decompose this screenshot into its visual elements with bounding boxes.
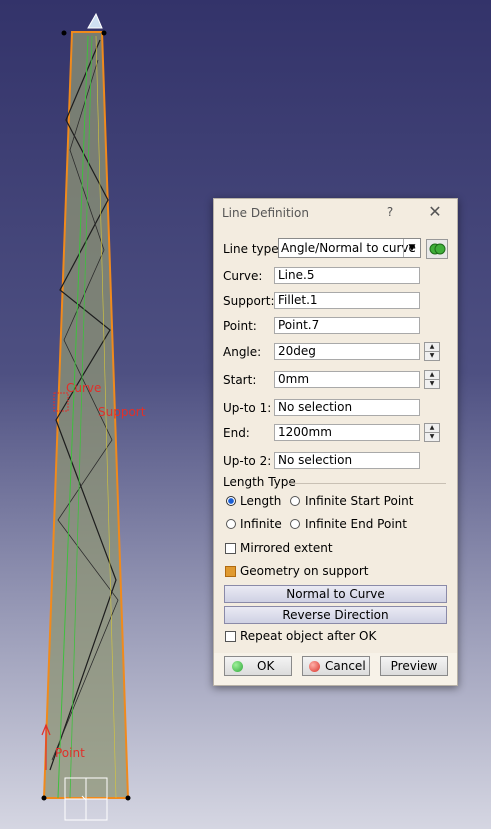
dialog-title: Line Definition xyxy=(222,206,309,220)
ok-label: OK xyxy=(257,659,275,673)
help-button[interactable]: ? xyxy=(384,203,396,221)
start-field[interactable]: 0mm xyxy=(274,371,420,388)
end-increment[interactable]: ▲ xyxy=(425,424,439,433)
cancel-label: Cancel xyxy=(325,659,366,673)
dialog-titlebar[interactable]: Line Definition ? ✕ xyxy=(214,199,457,227)
infinite-start-point-radio[interactable] xyxy=(290,496,300,506)
line-definition-dialog: Line Definition ? ✕ Line type : Angle/No… xyxy=(213,198,458,686)
end-label: End: xyxy=(223,426,250,440)
start-increment[interactable]: ▲ xyxy=(425,371,439,380)
line-type-dropdown[interactable]: Angle/Normal to curve ▼ xyxy=(278,238,421,258)
dialog-button-bar: OK Cancel Preview xyxy=(214,653,457,685)
close-button[interactable]: ✕ xyxy=(427,203,443,221)
upto2-label: Up-to 2: xyxy=(223,454,272,468)
angle-decrement[interactable]: ▼ xyxy=(425,352,439,360)
angle-field[interactable]: 20deg xyxy=(274,343,420,360)
point-label: Point: xyxy=(223,319,257,333)
cancel-dot-icon xyxy=(309,661,320,672)
normal-to-curve-button[interactable]: Normal to Curve xyxy=(224,585,447,603)
length-type-legend: Length Type xyxy=(223,475,296,489)
infinite-end-point-radio[interactable] xyxy=(290,519,300,529)
geometry-on-support-label[interactable]: Geometry on support xyxy=(240,564,368,578)
mirrored-extent-checkbox[interactable] xyxy=(225,543,236,554)
cancel-button[interactable]: Cancel xyxy=(302,656,370,676)
ok-button[interactable]: OK xyxy=(224,656,292,676)
infinite-start-point-label[interactable]: Infinite Start Point xyxy=(305,494,413,508)
curve-label: Curve: xyxy=(223,269,263,283)
length-type-divider xyxy=(288,483,446,484)
curve-label: Curve xyxy=(66,381,102,395)
length-radio-label[interactable]: Length xyxy=(240,494,281,508)
upto1-field[interactable]: No selection xyxy=(274,399,420,416)
preview-button[interactable]: Preview xyxy=(380,656,448,676)
mirrored-extent-label[interactable]: Mirrored extent xyxy=(240,541,333,555)
support-field[interactable]: Fillet.1 xyxy=(274,292,420,309)
angle-increment[interactable]: ▲ xyxy=(425,343,439,352)
infinite-radio-label[interactable]: Infinite xyxy=(240,517,282,531)
upto1-label: Up-to 1: xyxy=(223,401,272,415)
line-type-options-button[interactable] xyxy=(426,239,448,259)
curve-field[interactable]: Line.5 xyxy=(274,267,420,284)
angle-label: Angle: xyxy=(223,345,262,359)
infinite-end-point-label[interactable]: Infinite End Point xyxy=(305,517,407,531)
start-decrement[interactable]: ▼ xyxy=(425,380,439,388)
support-label: Support: xyxy=(223,294,275,308)
point-field[interactable]: Point.7 xyxy=(274,317,420,334)
line-type-label: Line type : xyxy=(223,242,287,256)
point-label: Point xyxy=(55,746,85,760)
ok-dot-icon xyxy=(232,661,243,672)
end-field[interactable]: 1200mm xyxy=(274,424,420,441)
line-type-value: Angle/Normal to curve xyxy=(281,241,416,255)
start-label: Start: xyxy=(223,373,257,387)
repeat-object-checkbox[interactable] xyxy=(225,631,236,642)
infinite-radio[interactable] xyxy=(226,519,236,529)
angle-stepper[interactable]: ▲ ▼ xyxy=(424,342,440,361)
line-options-icon xyxy=(429,243,446,255)
start-stepper[interactable]: ▲ ▼ xyxy=(424,370,440,389)
geometry-on-support-checkbox[interactable] xyxy=(225,566,236,577)
chevron-down-icon[interactable]: ▼ xyxy=(403,239,420,257)
end-decrement[interactable]: ▼ xyxy=(425,433,439,441)
support-label: Support xyxy=(98,405,146,419)
upto2-field[interactable]: No selection xyxy=(274,452,420,469)
repeat-object-label[interactable]: Repeat object after OK xyxy=(240,629,376,643)
end-stepper[interactable]: ▲ ▼ xyxy=(424,423,440,442)
length-radio[interactable] xyxy=(226,496,236,506)
reverse-direction-button[interactable]: Reverse Direction xyxy=(224,606,447,624)
